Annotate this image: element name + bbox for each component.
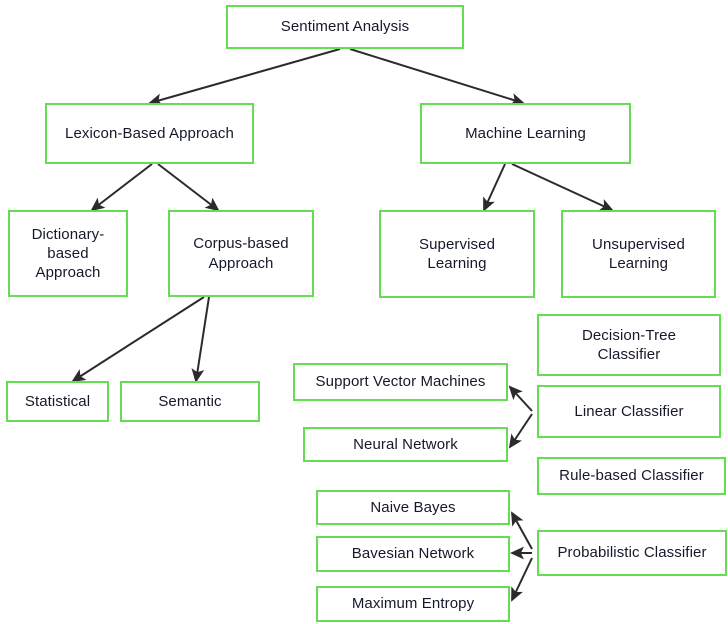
- node-machine-learning[interactable]: Machine Learning: [420, 103, 631, 164]
- node-semantic[interactable]: Semantic: [120, 381, 260, 422]
- node-sentiment-analysis[interactable]: Sentiment Analysis: [226, 5, 464, 49]
- node-label: Semantic: [158, 392, 222, 410]
- node-label: Dictionary- based Approach: [31, 225, 105, 282]
- node-label: Neural Network: [353, 435, 458, 453]
- node-corpus-based[interactable]: Corpus-based Approach: [168, 210, 314, 297]
- node-naive-bayes[interactable]: Naive Bayes: [316, 490, 510, 525]
- node-label: Statistical: [24, 392, 91, 410]
- node-dictionary-based[interactable]: Dictionary- based Approach: [8, 210, 128, 297]
- node-linear-classifier[interactable]: Linear Classifier: [537, 385, 721, 438]
- node-label: Unsupervised Learning: [592, 235, 685, 272]
- node-support-vector[interactable]: Support Vector Machines: [293, 363, 508, 401]
- node-probabilistic[interactable]: Probabilistic Classifier: [537, 530, 727, 576]
- edge-lexicon_based-to-dictionary_based: [90, 163, 153, 212]
- node-label: Probabilistic Classifier: [557, 544, 707, 562]
- node-neural-network[interactable]: Neural Network: [303, 427, 508, 462]
- edge-linear_classifier-to-neural_network: [508, 413, 533, 449]
- node-supervised-learning[interactable]: Supervised Learning: [379, 210, 535, 298]
- node-label: Decision-Tree Classifier: [581, 326, 677, 363]
- node-statistical[interactable]: Statistical: [6, 381, 109, 422]
- node-label: Lexicon-Based Approach: [65, 124, 234, 142]
- node-lexicon-based[interactable]: Lexicon-Based Approach: [45, 103, 254, 164]
- node-label: Corpus-based Approach: [193, 235, 289, 272]
- node-label: Support Vector Machines: [315, 373, 486, 391]
- node-label: Supervised Learning: [418, 235, 496, 272]
- edge-sentiment_analysis-to-lexicon_based: [148, 48, 341, 106]
- edge-corpus_based-to-statistical: [71, 296, 205, 383]
- node-decision-tree[interactable]: Decision-Tree Classifier: [537, 314, 721, 376]
- node-label: Sentiment Analysis: [280, 18, 410, 36]
- node-label: Maximum Entropy: [351, 595, 475, 613]
- edge-lexicon_based-to-corpus_based: [157, 163, 220, 212]
- sentiment-analysis-taxonomy-diagram: Sentiment Analysis Lexicon-Based Approach…: [0, 0, 728, 624]
- node-unsupervised-learning[interactable]: Unsupervised Learning: [561, 210, 716, 298]
- node-label: Linear Classifier: [574, 402, 684, 420]
- edge-machine_learning-to-supervised_learning: [483, 163, 506, 212]
- edge-sentiment_analysis-to-machine_learning: [349, 48, 525, 106]
- edge-probabilistic-to-maximum_entropy: [511, 557, 533, 602]
- edge-machine_learning-to-unsupervised_learning: [511, 163, 614, 211]
- node-bayesian-network[interactable]: Bavesian Network: [316, 536, 510, 572]
- node-label: Rule-based Classifier: [559, 467, 704, 485]
- node-label: Bavesian Network: [351, 545, 475, 563]
- edge-probabilistic-to-naive_bayes: [511, 511, 533, 550]
- edge-linear_classifier-to-support_vector: [508, 385, 533, 412]
- node-label: Machine Learning: [465, 124, 586, 142]
- node-label: Naive Bayes: [370, 498, 456, 516]
- node-rule-based[interactable]: Rule-based Classifier: [537, 457, 726, 495]
- node-maximum-entropy[interactable]: Maximum Entropy: [316, 586, 510, 622]
- edge-corpus_based-to-semantic: [191, 296, 210, 383]
